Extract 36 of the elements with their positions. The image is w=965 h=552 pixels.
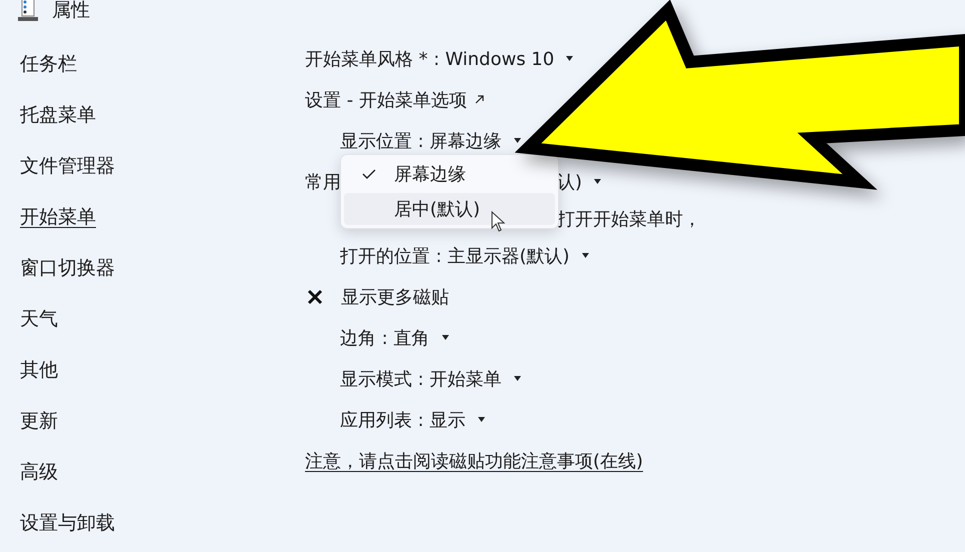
setting-label: 显示更多磁贴 [341, 286, 449, 308]
dropdown-button[interactable]: 边角 : 直角 [340, 326, 430, 350]
dropdown-button[interactable]: 开始菜单风格 * : Windows 10 [305, 46, 554, 70]
dropdown-button[interactable]: 应用列表 : 显示 [340, 408, 466, 432]
caret-icon [514, 376, 521, 381]
sidebar-item[interactable]: 文件管理器 [20, 152, 115, 203]
setting-label: 常用 [305, 172, 341, 192]
setting-value[interactable]: 认) [557, 170, 582, 194]
sidebar-item[interactable]: 其他 [20, 356, 58, 407]
dropdown-button[interactable]: 显示模式 : 开始菜单 [340, 366, 502, 390]
sidebar-item[interactable]: 天气 [20, 305, 58, 356]
options-link[interactable]: 设置 - 开始菜单选项 [305, 88, 467, 112]
sidebar-item[interactable]: 高级 [20, 458, 58, 509]
sidebar-item[interactable]: 任务栏 [20, 50, 77, 101]
caret-icon [566, 56, 574, 61]
dropdown-button[interactable]: 打开的位置 : 主显示器(默认) [340, 244, 570, 268]
external-link-icon [474, 95, 484, 104]
menu-option[interactable]: 屏幕边缘 [344, 158, 555, 190]
notice-link[interactable]: 注意，请点击阅读磁贴功能注意事项(在线) [305, 448, 644, 472]
window-title: 属性 [52, 0, 90, 23]
caret-icon [594, 179, 602, 184]
sidebar-item[interactable]: 窗口切换器 [20, 254, 115, 305]
sidebar-item[interactable]: 更新 [20, 407, 58, 458]
properties-icon [16, 0, 40, 22]
caret-icon [514, 138, 521, 143]
sidebar-item[interactable]: 开始菜单 [20, 203, 96, 254]
caret-icon [582, 253, 589, 258]
cross-icon[interactable] [307, 288, 323, 304]
caret-icon [442, 335, 449, 340]
option-label: 居中(默认) [394, 198, 480, 221]
caret-icon [478, 417, 485, 422]
sidebar-item[interactable]: 设置与卸载 [20, 509, 115, 552]
option-label: 屏幕边缘 [394, 163, 466, 186]
menu-option[interactable]: 居中(默认) [344, 193, 555, 225]
sidebar-item[interactable]: 托盘菜单 [20, 101, 96, 152]
dropdown-button[interactable]: 显示位置 : 屏幕边缘 [340, 128, 502, 152]
